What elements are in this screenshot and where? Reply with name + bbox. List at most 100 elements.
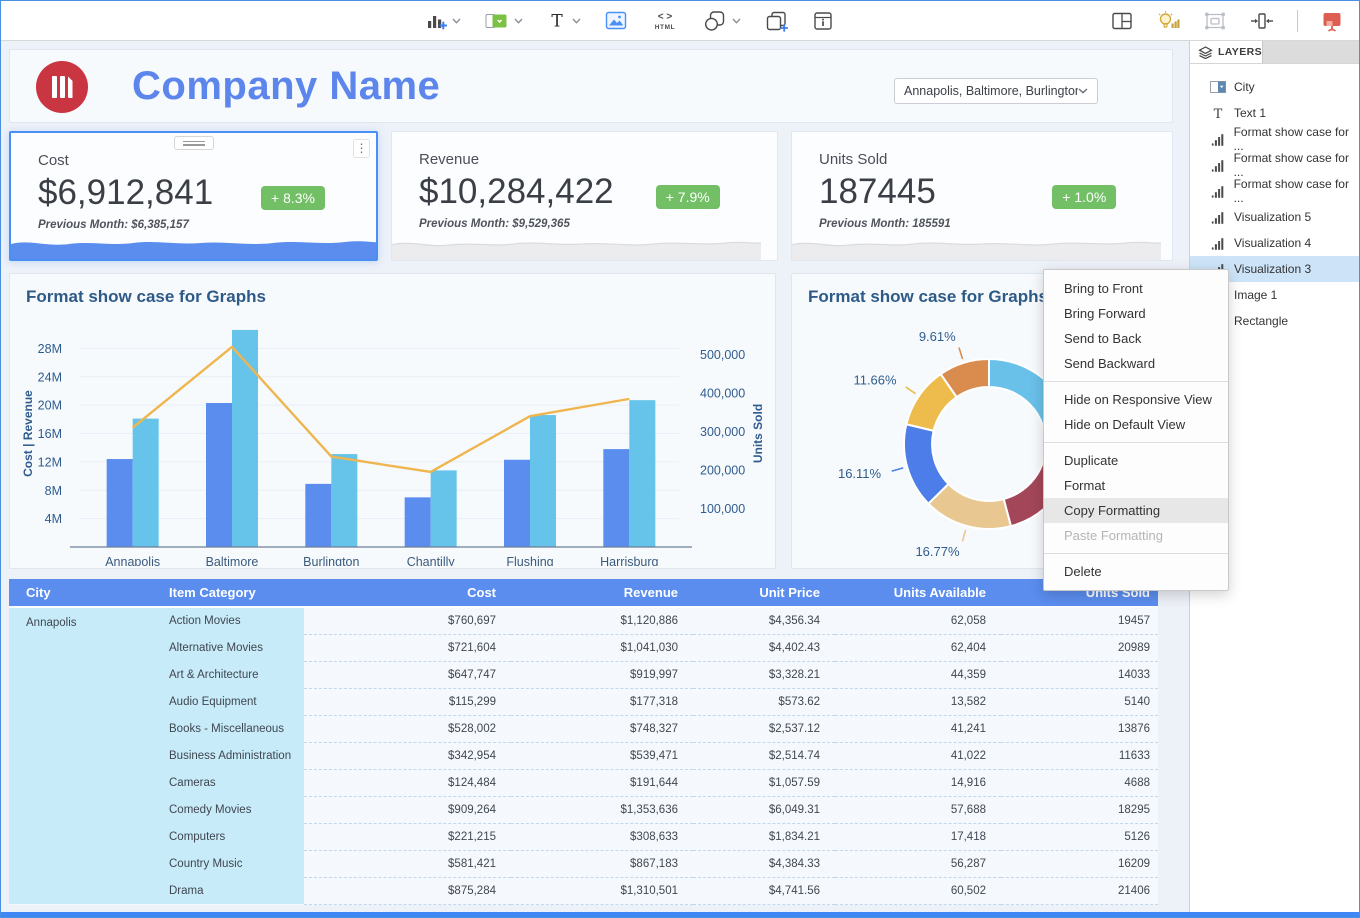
item-category-cell: Books - Miscellaneous [164, 715, 304, 742]
text-layer-icon: T [1210, 106, 1226, 120]
align-button[interactable] [1250, 10, 1274, 32]
column-header-city: City [9, 579, 164, 607]
layer-item-label: Text 1 [1234, 106, 1266, 120]
column-header-units-available: Units Available [835, 579, 1001, 607]
cost-cell: $528,002 [304, 715, 511, 742]
unit-price-cell: $2,514.74 [693, 742, 835, 769]
add-shape-button[interactable] [703, 10, 741, 32]
menu-item-copy-formatting[interactable]: Copy Formatting [1044, 498, 1228, 523]
add-chart-button[interactable] [425, 10, 461, 32]
color-swatch-button[interactable] [485, 12, 523, 30]
svg-text:16.77%: 16.77% [915, 544, 960, 559]
context-menu: Bring to FrontBring ForwardSend to BackS… [1043, 269, 1229, 591]
dashboard-canvas[interactable]: Company Name Annapolis, Baltimore, Burli… [1, 41, 1191, 914]
unit-price-cell: $1,834.21 [693, 823, 835, 850]
menu-item-delete[interactable]: Delete [1044, 559, 1228, 584]
info-card-button[interactable] [813, 11, 833, 31]
chevron-down-icon [732, 18, 741, 24]
card-options-kebab-icon[interactable]: ⋮ [353, 139, 370, 158]
svg-text:Baltimore: Baltimore [206, 555, 259, 566]
column-header-cost: Cost [304, 579, 511, 607]
layer-item-visualization-5[interactable]: Visualization 5 [1190, 204, 1359, 230]
control-dropdown-icon [1210, 81, 1226, 93]
item-category-cell: Drama [164, 877, 304, 904]
chart-layer-icon [1210, 133, 1226, 146]
kpi-title: Revenue [419, 151, 777, 168]
units-sold-cell: 13876 [1001, 715, 1158, 742]
layer-item-label: Rectangle [1234, 314, 1288, 328]
revenue-cell: $177,318 [511, 688, 693, 715]
layout-button[interactable] [1111, 11, 1133, 31]
kpi-previous-month: Previous Month: $9,529,365 [419, 218, 570, 230]
data-table-element[interactable]: CityItem CategoryCostRevenueUnit PriceUn… [9, 579, 1158, 905]
align-center-icon [1250, 10, 1274, 32]
layer-item-format-show-case-for[interactable]: Format show case for ... [1190, 178, 1359, 204]
column-header-unit-price: Unit Price [693, 579, 835, 607]
add-text-button[interactable]: T [547, 11, 581, 31]
svg-text:Flushing: Flushing [506, 555, 553, 566]
column-header-revenue: Revenue [511, 579, 693, 607]
insights-button[interactable] [1156, 10, 1180, 32]
kpi-card-units-sold[interactable]: Units Sold187445+ 1.0%Previous Month: 18… [791, 131, 1173, 261]
units-available-cell: 44,359 [835, 661, 1001, 688]
unit-price-cell: $4,741.56 [693, 877, 835, 904]
units-available-cell: 41,022 [835, 742, 1001, 769]
menu-item-format[interactable]: Format [1044, 473, 1228, 498]
menu-item-send-to-back[interactable]: Send to Back [1044, 326, 1228, 351]
layer-item-format-show-case-for[interactable]: Format show case for ... [1190, 152, 1359, 178]
layer-item-label: Visualization 3 [1234, 262, 1311, 276]
units-sold-cell: 5140 [1001, 688, 1158, 715]
svg-text:Chantilly: Chantilly [407, 555, 456, 566]
table-row: Art & Architecture$647,747$919,997$3,328… [9, 661, 1158, 688]
present-button[interactable] [1321, 10, 1343, 32]
unit-price-cell: $1,057.59 [693, 769, 835, 796]
item-category-cell: Art & Architecture [164, 661, 304, 688]
menu-item-hide-on-responsive-view[interactable]: Hide on Responsive View [1044, 387, 1228, 412]
table-row: Cameras$124,484$191,644$1,057.5914,91646… [9, 769, 1158, 796]
unit-price-cell: $4,402.43 [693, 634, 835, 661]
menu-item-bring-to-front[interactable]: Bring to Front [1044, 276, 1228, 301]
dashboard-header-element[interactable]: Company Name Annapolis, Baltimore, Burli… [9, 49, 1173, 123]
add-frame-button[interactable] [765, 10, 789, 32]
svg-text:Harrisburg: Harrisburg [600, 555, 658, 566]
kpi-card-revenue[interactable]: Revenue$10,284,422+ 7.9%Previous Month: … [391, 131, 778, 261]
text-icon: T [547, 11, 567, 31]
menu-item-duplicate[interactable]: Duplicate [1044, 448, 1228, 473]
revenue-cell: $919,997 [511, 661, 693, 688]
combo-chart-title: Format show case for Graphs [10, 274, 775, 307]
chart-layer-icon [1210, 159, 1226, 172]
menu-item-hide-on-default-view[interactable]: Hide on Default View [1044, 412, 1228, 437]
cost-cell: $721,604 [304, 634, 511, 661]
layer-item-label: Visualization 4 [1234, 236, 1311, 250]
kpi-card-cost[interactable]: ⋮Cost$6,912,841+ 8.3%Previous Month: $6,… [9, 131, 378, 261]
add-html-button[interactable]: < >HTML [651, 10, 679, 32]
svg-text:Burlington: Burlington [303, 555, 359, 566]
kpi-value: 187445 [819, 172, 936, 212]
svg-text:16.11%: 16.11% [838, 466, 882, 481]
table-row: Comedy Movies$909,264$1,353,636$6,049.31… [9, 796, 1158, 823]
cost-cell: $342,954 [304, 742, 511, 769]
layer-item-text-1[interactable]: T Text 1 [1190, 100, 1359, 126]
add-image-button[interactable] [605, 11, 627, 31]
svg-text:16M: 16M [38, 427, 62, 441]
present-icon [1321, 10, 1343, 32]
chart-layer-icon [1211, 133, 1225, 146]
layer-item-label: Visualization 5 [1234, 210, 1311, 224]
item-category-cell: Alternative Movies [164, 634, 304, 661]
cost-cell: $124,484 [304, 769, 511, 796]
menu-item-bring-forward[interactable]: Bring Forward [1044, 301, 1228, 326]
drag-handle[interactable] [174, 136, 214, 150]
cost-cell: $221,215 [304, 823, 511, 850]
table-row: Alternative Movies$721,604$1,041,030$4,4… [9, 634, 1158, 661]
combo-chart-element[interactable]: Format show case for Graphs 4M8M12M16M20… [9, 273, 776, 569]
layer-item-format-show-case-for[interactable]: Format show case for ... [1190, 126, 1359, 152]
svg-text:200,000: 200,000 [700, 464, 745, 478]
layer-item-city[interactable]: City [1190, 74, 1359, 100]
svg-text:11.66%: 11.66% [853, 373, 897, 388]
unit-price-cell: $573.62 [693, 688, 835, 715]
control-dropdown-icon [1210, 81, 1226, 93]
add-frame-icon [765, 10, 789, 32]
region-dropdown[interactable]: Annapolis, Baltimore, Burlington, ... [894, 78, 1098, 104]
layer-item-visualization-4[interactable]: Visualization 4 [1190, 230, 1359, 256]
menu-item-send-backward[interactable]: Send Backward [1044, 351, 1228, 376]
